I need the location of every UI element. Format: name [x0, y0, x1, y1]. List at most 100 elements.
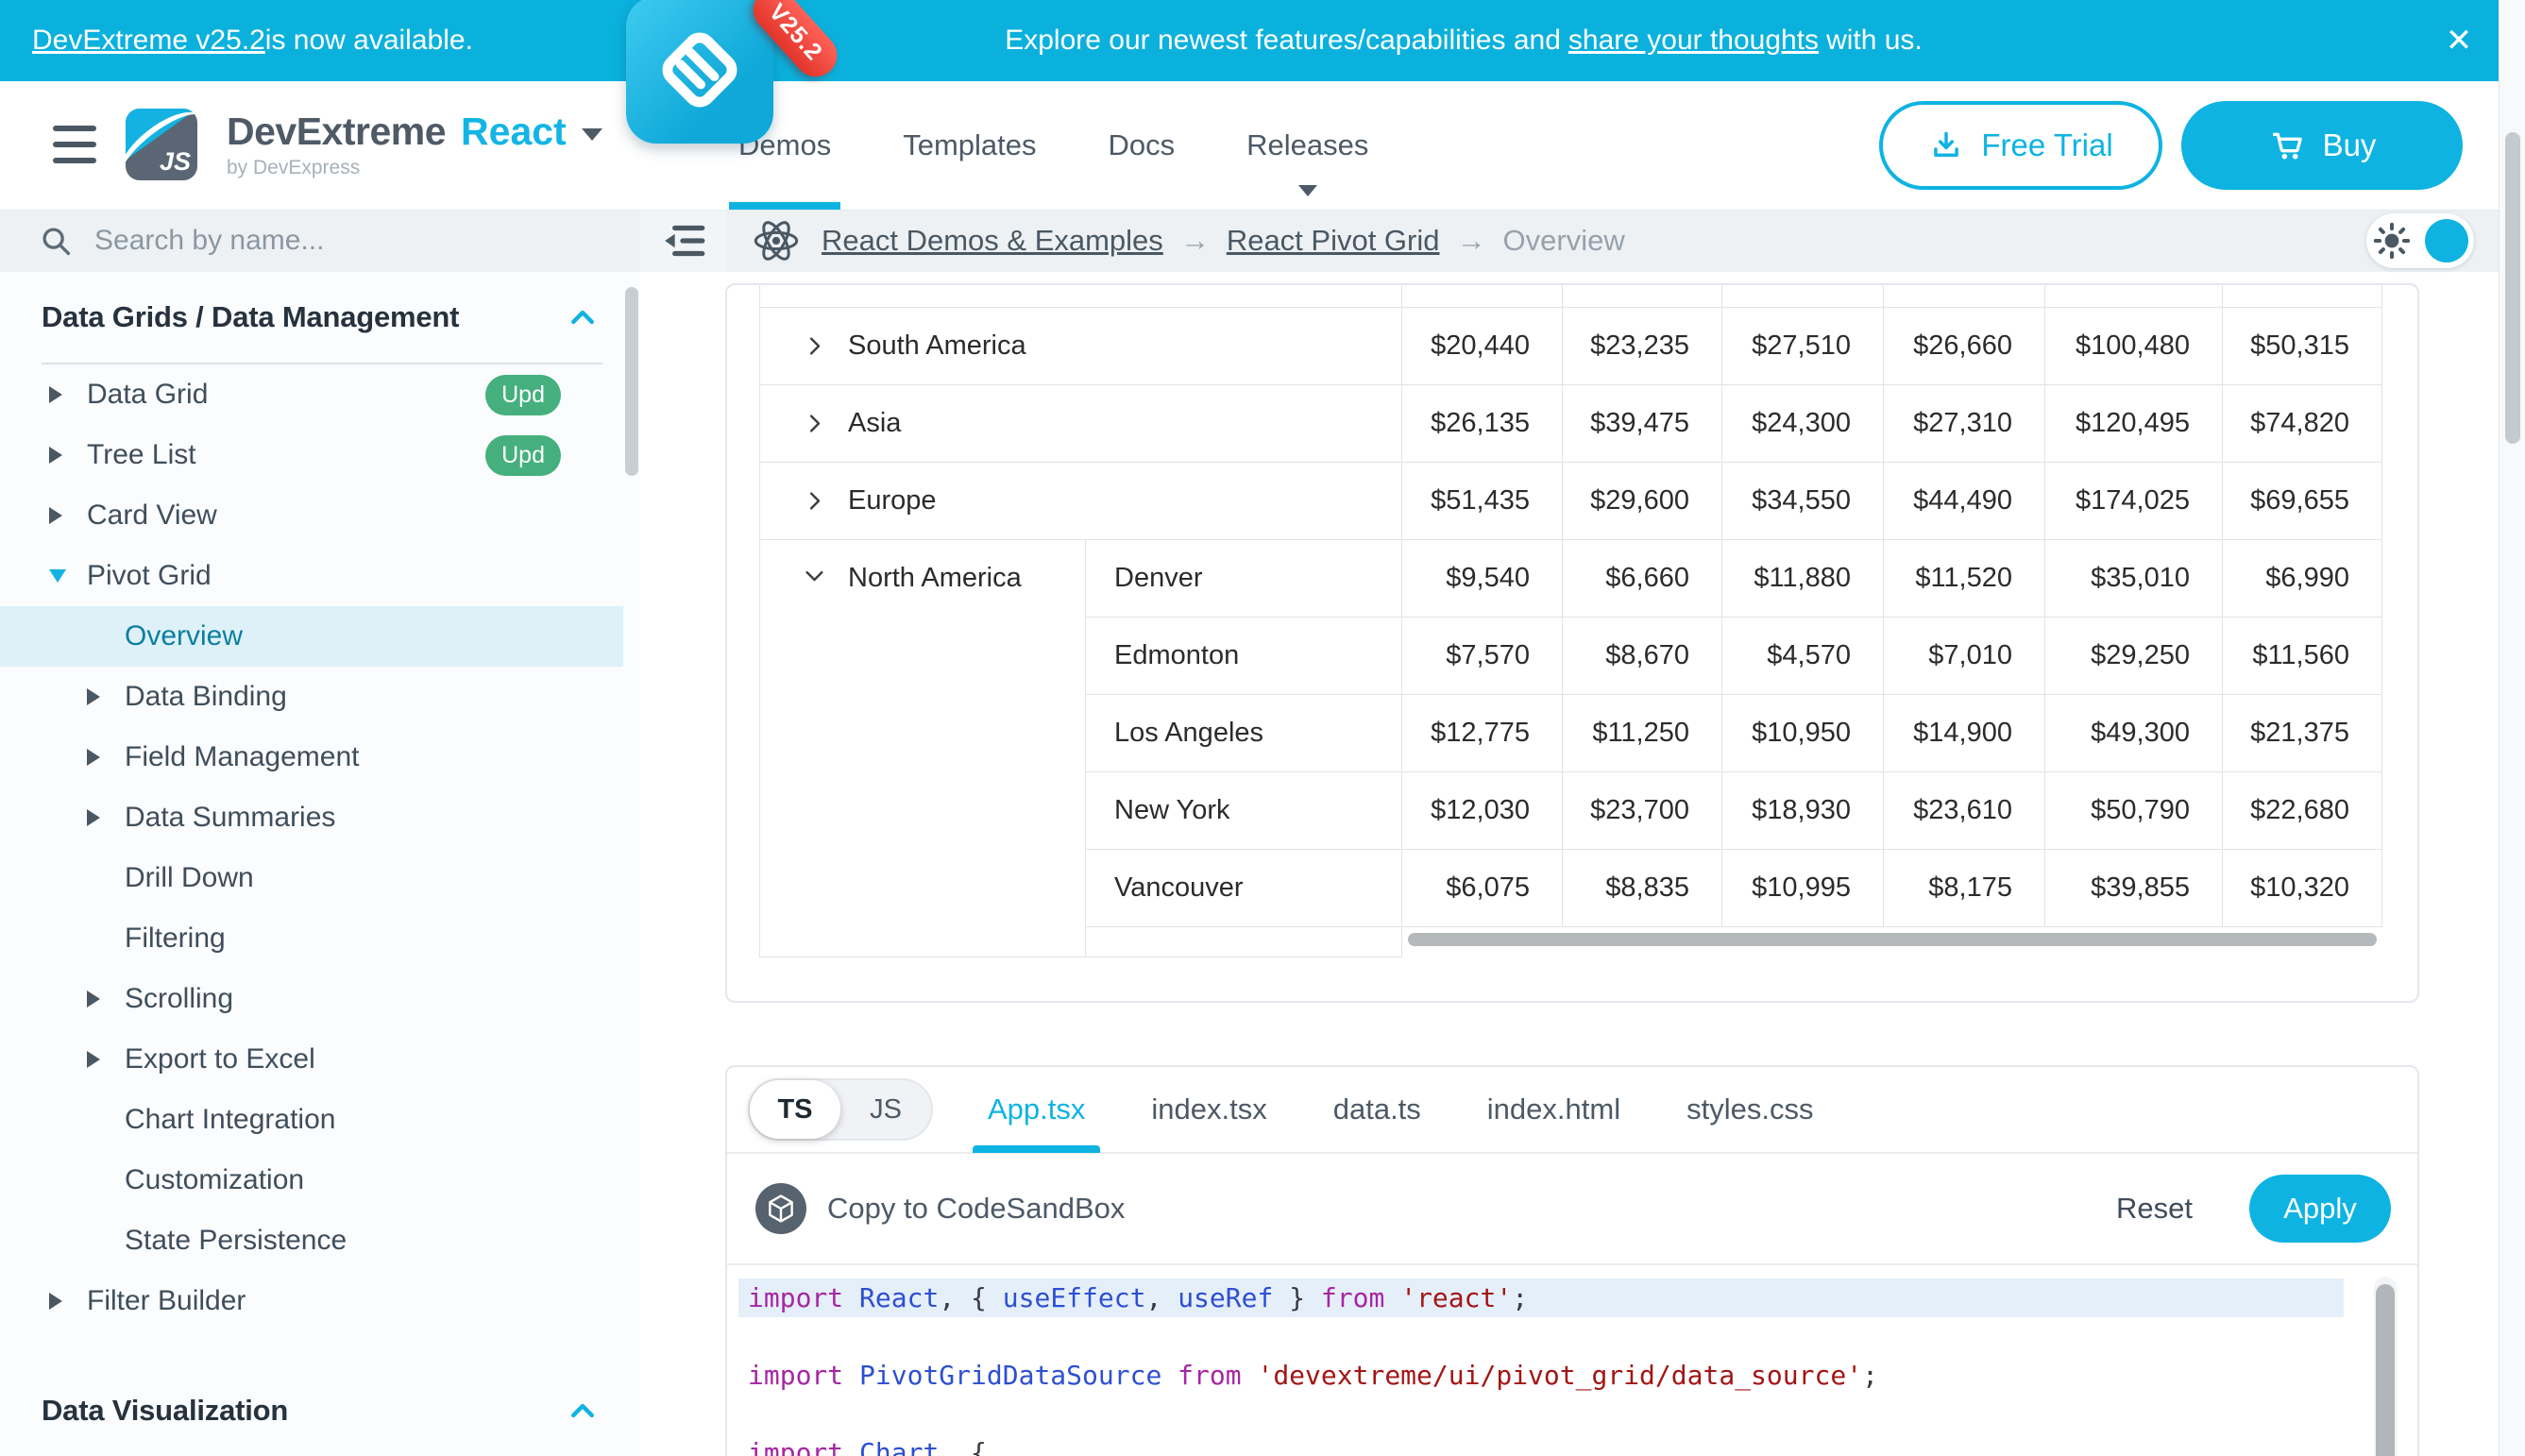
sidebar-item-scrolling[interactable]: Scrolling: [0, 969, 623, 1029]
nav-item-docs[interactable]: Docs: [1109, 81, 1176, 210]
codesandbox-icon[interactable]: [755, 1183, 806, 1234]
code-token: from: [1321, 1282, 1384, 1313]
pivot-row-header-north-america[interactable]: North America: [759, 540, 1086, 957]
pivot-data-cell: $50,315: [2223, 308, 2382, 385]
brand-block: DevExtreme React by DevExpress: [227, 110, 602, 179]
code-token: [1242, 1360, 1258, 1391]
sidebar-section-header[interactable]: Data Grids / Data Management: [0, 272, 640, 363]
pivot-data-cell: $12,775: [1402, 695, 1563, 772]
theme-toggle-knob[interactable]: [2425, 219, 2468, 262]
pivot-data-cell: $7,010: [1884, 618, 2045, 695]
buy-label: Buy: [2323, 127, 2377, 163]
pivot-row-header-south-america[interactable]: South America: [759, 308, 1402, 385]
theme-toggle[interactable]: [2366, 213, 2474, 268]
pivot-data-cell: $4,570: [1722, 618, 1884, 695]
pivot-clipped-header-cell: [1563, 285, 1722, 308]
pivot-data-cell: $23,610: [1884, 772, 2045, 850]
apply-button[interactable]: Apply: [2249, 1175, 2391, 1243]
pivot-row-header-asia[interactable]: Asia: [759, 385, 1402, 463]
devextreme-js-logo[interactable]: JS: [126, 109, 197, 180]
expand-chevron-icon[interactable]: [802, 488, 827, 514]
sidebar-item-customization[interactable]: Customization: [0, 1150, 623, 1211]
copy-to-codesandbox-label[interactable]: Copy to CodeSandBox: [827, 1192, 1125, 1226]
sidebar-item-tree-list[interactable]: Tree ListUpd: [0, 425, 623, 485]
sidebar-item-state-persistence[interactable]: State Persistence: [0, 1211, 623, 1271]
lang-option-ts[interactable]: TS: [750, 1080, 840, 1139]
banner-center-text: Explore our newest features/capabilities…: [954, 0, 1974, 81]
tab-index-tsx[interactable]: index.tsx: [1151, 1066, 1266, 1153]
sidebar-item-chart-integration[interactable]: Chart Integration: [0, 1090, 623, 1150]
code-token: ;: [1862, 1360, 1878, 1391]
reset-button[interactable]: Reset: [2116, 1192, 2193, 1226]
pivot-data-cell: $11,520: [1884, 540, 2045, 618]
releases-dropdown-caret-icon: [1298, 185, 1317, 196]
pivot-clipped-header-cell: [1722, 285, 1884, 308]
pivot-data-cell: $10,950: [1722, 695, 1884, 772]
collapsed-caret-icon: [87, 990, 125, 1007]
sidebar-item-label: Export to Excel: [125, 1043, 315, 1075]
sidebar-item-filtering[interactable]: Filtering: [0, 908, 623, 969]
sidebar-section-title: Data Grids / Data Management: [42, 300, 459, 334]
sidebar-item-overview[interactable]: Overview: [0, 606, 623, 667]
sidebar-item-field-management[interactable]: Field Management: [0, 727, 623, 787]
code-tabs-row: TSJS App.tsx index.tsx data.ts index.html st…: [727, 1067, 2417, 1154]
collapse-sidebar-button[interactable]: [640, 210, 727, 272]
lang-option-js[interactable]: JS: [840, 1080, 931, 1139]
code-scrollbar-thumb[interactable]: [2376, 1284, 2395, 1456]
sidebar-item-drill-down[interactable]: Drill Down: [0, 848, 623, 908]
sidebar-item-export-to-excel[interactable]: Export to Excel: [0, 1029, 623, 1090]
pivot-data-cell: $24,300: [1722, 385, 1884, 463]
pivot-row-header-europe[interactable]: Europe: [759, 463, 1402, 540]
code-editor[interactable]: import React, { useEffect, useRef } from…: [727, 1265, 2417, 1456]
expand-chevron-icon[interactable]: [802, 333, 827, 359]
updated-badge: Upd: [485, 435, 561, 476]
main-content: South America$20,440$23,235$27,510$26,66…: [640, 272, 2499, 1456]
search-input[interactable]: [94, 225, 548, 257]
banner-left-rest: is now available.: [265, 25, 473, 57]
sidebar-item-card-view[interactable]: Card View: [0, 485, 623, 546]
pivot-data-cell: $10,320: [2223, 850, 2382, 927]
code-token: [843, 1360, 859, 1391]
pivot-row-header-new-york[interactable]: New York: [1086, 772, 1402, 850]
nav-item-templates[interactable]: Templates: [903, 81, 1036, 210]
pivot-row-header-denver[interactable]: Denver: [1086, 540, 1402, 618]
buy-button[interactable]: Buy: [2181, 101, 2463, 190]
breadcrumb-link[interactable]: React Pivot Grid: [1227, 224, 1440, 258]
banner-version-link[interactable]: DevExtreme v25.2: [32, 25, 265, 57]
code-token: [1384, 1282, 1400, 1313]
tab-data-ts[interactable]: data.ts: [1333, 1066, 1421, 1153]
sidebar-item-data-grid[interactable]: Data GridUpd: [0, 364, 623, 425]
pivot-row-header-los-angeles[interactable]: Los Angeles: [1086, 695, 1402, 772]
pivot-row-header-edmonton[interactable]: Edmonton: [1086, 618, 1402, 695]
breadcrumb-link[interactable]: React Demos & Examples: [822, 224, 1163, 258]
platform-dropdown-caret-icon[interactable]: [582, 128, 602, 141]
search-icon: [38, 223, 74, 259]
language-toggle[interactable]: TSJS: [748, 1078, 933, 1141]
pivot-row-header-vancouver[interactable]: Vancouver: [1086, 850, 1402, 927]
expand-chevron-icon[interactable]: [802, 411, 827, 436]
tab-styles-css[interactable]: styles.css: [1686, 1066, 1813, 1153]
sidebar-item-pivot-grid[interactable]: Pivot Grid: [0, 546, 623, 606]
sidebar-item-filter-builder[interactable]: Filter Builder: [0, 1271, 623, 1331]
tab-app-tsx[interactable]: App.tsx: [988, 1066, 1085, 1153]
sidebar-item-label: Field Management: [125, 741, 359, 773]
pivot-data-cell: $26,135: [1402, 385, 1563, 463]
collapse-chevron-icon[interactable]: [802, 563, 827, 588]
sidebar-item-data-binding[interactable]: Data Binding: [0, 667, 623, 727]
hamburger-menu-icon[interactable]: [53, 126, 96, 163]
sidebar-section-header[interactable]: Data Visualization: [0, 1365, 640, 1456]
sidebar-item-data-summaries[interactable]: Data Summaries: [0, 787, 623, 848]
share-your-thoughts-link[interactable]: share your thoughts: [1568, 25, 1819, 57]
free-trial-button[interactable]: Free Trial: [1879, 101, 2162, 190]
pivot-data-cell: $100,480: [2045, 308, 2223, 385]
page-scrollbar-thumb[interactable]: [2505, 132, 2520, 444]
banner-close-icon[interactable]: ✕: [2431, 0, 2487, 81]
pivot-data-cell: $39,855: [2045, 850, 2223, 927]
sidebar-item-label: Scrolling: [125, 983, 233, 1015]
code-token: PivotGridDataSource: [859, 1360, 1161, 1391]
pivot-horizontal-scrollbar-thumb[interactable]: [1408, 933, 2377, 946]
sidebar-scrollbar[interactable]: [625, 287, 638, 476]
tab-index-html[interactable]: index.html: [1487, 1066, 1620, 1153]
code-token: import: [748, 1282, 843, 1313]
nav-item-releases[interactable]: Releases: [1246, 81, 1368, 210]
